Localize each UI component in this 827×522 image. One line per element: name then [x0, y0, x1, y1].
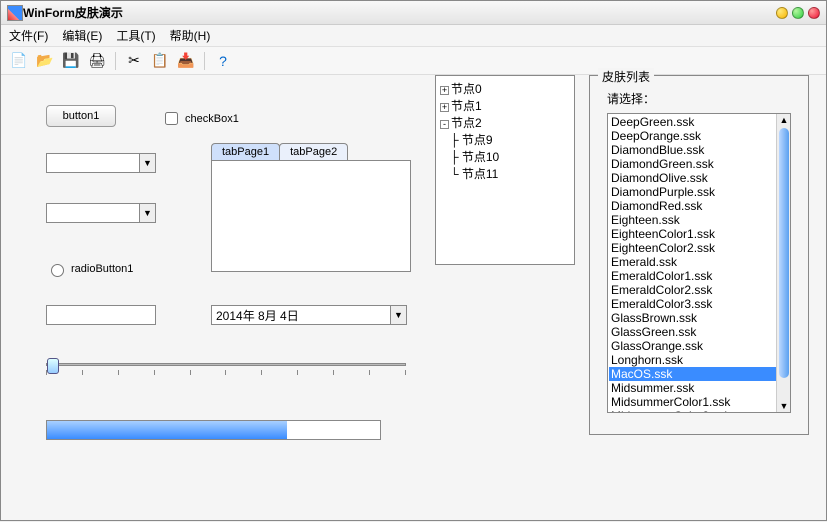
- combobox1[interactable]: ▼: [46, 153, 156, 173]
- tree-node-2[interactable]: -节点2: [440, 114, 570, 131]
- list-item[interactable]: MacOS.ssk: [609, 367, 789, 381]
- chevron-down-icon[interactable]: ▼: [139, 154, 155, 172]
- list-item[interactable]: Longhorn.ssk: [609, 353, 789, 367]
- list-item[interactable]: EmeraldColor2.ssk: [609, 283, 789, 297]
- paste-icon[interactable]: 📥: [176, 51, 196, 71]
- new-file-icon[interactable]: 📄: [9, 51, 29, 71]
- scroll-up-icon[interactable]: ▲: [777, 114, 791, 126]
- tree-node-11[interactable]: └ 节点11: [440, 165, 570, 182]
- tab-page2[interactable]: tabPage2: [279, 143, 348, 160]
- menu-bar: 文件(F) 编辑(E) 工具(T) 帮助(H): [1, 25, 826, 47]
- list-item[interactable]: DiamondRed.ssk: [609, 199, 789, 213]
- help-icon[interactable]: ?: [213, 51, 233, 71]
- menu-tools[interactable]: 工具(T): [116, 27, 155, 44]
- window-title: WinForm皮肤演示: [23, 4, 776, 21]
- menu-help[interactable]: 帮助(H): [170, 27, 211, 44]
- list-item[interactable]: EighteenColor1.ssk: [609, 227, 789, 241]
- tree-node-10[interactable]: ├ 节点10: [440, 148, 570, 165]
- list-item[interactable]: GlassOrange.ssk: [609, 339, 789, 353]
- radiobutton1[interactable]: radioButton1: [46, 261, 133, 277]
- expand-icon[interactable]: +: [440, 103, 449, 112]
- tab-header: tabPage1 tabPage2: [211, 143, 411, 160]
- menu-file[interactable]: 文件(F): [9, 27, 48, 44]
- checkbox1[interactable]: checkBox1: [161, 109, 239, 128]
- list-item[interactable]: DiamondBlue.ssk: [609, 143, 789, 157]
- list-item[interactable]: Eighteen.ssk: [609, 213, 789, 227]
- list-item[interactable]: EighteenColor2.ssk: [609, 241, 789, 255]
- expand-icon[interactable]: +: [440, 86, 449, 95]
- skin-listbox[interactable]: DeepGreen.sskDeepOrange.sskDiamondBlue.s…: [607, 113, 791, 413]
- list-item[interactable]: GlassBrown.ssk: [609, 311, 789, 325]
- radiobutton1-input[interactable]: [51, 264, 64, 277]
- checkbox1-input[interactable]: [165, 112, 178, 125]
- save-icon[interactable]: 💾: [61, 51, 81, 71]
- date-picker[interactable]: 2014年 8月 4日 ▼: [211, 305, 407, 325]
- textbox1[interactable]: [46, 305, 156, 325]
- trackbar-track: [46, 363, 406, 366]
- trackbar-thumb[interactable]: [47, 358, 59, 374]
- chevron-down-icon[interactable]: ▼: [390, 306, 406, 324]
- radiobutton1-label: radioButton1: [71, 263, 133, 275]
- list-item[interactable]: DeepGreen.ssk: [609, 115, 789, 129]
- list-item[interactable]: EmeraldColor3.ssk: [609, 297, 789, 311]
- button1[interactable]: button1: [46, 105, 116, 127]
- trackbar-ticks: [46, 370, 406, 375]
- tab-page1[interactable]: tabPage1: [211, 143, 280, 160]
- list-item[interactable]: Midsummer.ssk: [609, 381, 789, 395]
- menu-edit[interactable]: 编辑(E): [62, 27, 102, 44]
- skin-groupbox: 皮肤列表 请选择： DeepGreen.sskDeepOrange.sskDia…: [589, 75, 809, 435]
- tab-control: tabPage1 tabPage2: [211, 143, 411, 272]
- tree-node-1[interactable]: +节点1: [440, 97, 570, 114]
- list-item[interactable]: GlassGreen.ssk: [609, 325, 789, 339]
- app-window: WinForm皮肤演示 文件(F) 编辑(E) 工具(T) 帮助(H) 📄 📂 …: [0, 0, 827, 521]
- maximize-button[interactable]: [792, 7, 804, 19]
- app-icon: [7, 5, 23, 21]
- cut-icon[interactable]: ✂: [124, 51, 144, 71]
- minimize-button[interactable]: [776, 7, 788, 19]
- scroll-down-icon[interactable]: ▼: [777, 400, 791, 412]
- skin-prompt: 请选择：: [607, 90, 791, 107]
- progress-bar: [46, 420, 381, 440]
- tree-node-0[interactable]: +节点0: [440, 80, 570, 97]
- checkbox1-label: checkBox1: [185, 113, 239, 125]
- tree-node-9[interactable]: ├ 节点9: [440, 131, 570, 148]
- combobox2[interactable]: ▼: [46, 203, 156, 223]
- tree-view[interactable]: +节点0 +节点1 -节点2 ├ 节点9 ├ 节点10 └ 节点11: [435, 75, 575, 265]
- toolbar-separator: [115, 52, 116, 70]
- list-item[interactable]: Emerald.ssk: [609, 255, 789, 269]
- client-area: button1 checkBox1 ▼ ▼ radioButton1 2014年…: [1, 75, 826, 522]
- copy-icon[interactable]: 📋: [150, 51, 170, 71]
- trackbar[interactable]: [46, 355, 406, 385]
- date-picker-value: 2014年 8月 4日: [216, 307, 299, 324]
- list-item[interactable]: DiamondGreen.ssk: [609, 157, 789, 171]
- list-item[interactable]: MidsummerColor2.ssk: [609, 409, 789, 413]
- close-button[interactable]: [808, 7, 820, 19]
- tab-body: [211, 160, 411, 272]
- scrollbar[interactable]: ▲ ▼: [776, 114, 790, 412]
- skin-group-title: 皮肤列表: [598, 68, 654, 85]
- list-item[interactable]: MidsummerColor1.ssk: [609, 395, 789, 409]
- print-icon[interactable]: 🖨: [87, 51, 107, 71]
- title-bar: WinForm皮肤演示: [1, 1, 826, 25]
- traffic-lights: [776, 7, 820, 19]
- chevron-down-icon[interactable]: ▼: [139, 204, 155, 222]
- collapse-icon[interactable]: -: [440, 120, 449, 129]
- scrollbar-thumb[interactable]: [779, 128, 789, 378]
- list-item[interactable]: EmeraldColor1.ssk: [609, 269, 789, 283]
- list-item[interactable]: DiamondOlive.ssk: [609, 171, 789, 185]
- progress-bar-fill: [47, 421, 287, 439]
- toolbar: 📄 📂 💾 🖨 ✂ 📋 📥 ?: [1, 47, 826, 75]
- list-item[interactable]: DiamondPurple.ssk: [609, 185, 789, 199]
- toolbar-separator: [204, 52, 205, 70]
- open-folder-icon[interactable]: 📂: [35, 51, 55, 71]
- list-item[interactable]: DeepOrange.ssk: [609, 129, 789, 143]
